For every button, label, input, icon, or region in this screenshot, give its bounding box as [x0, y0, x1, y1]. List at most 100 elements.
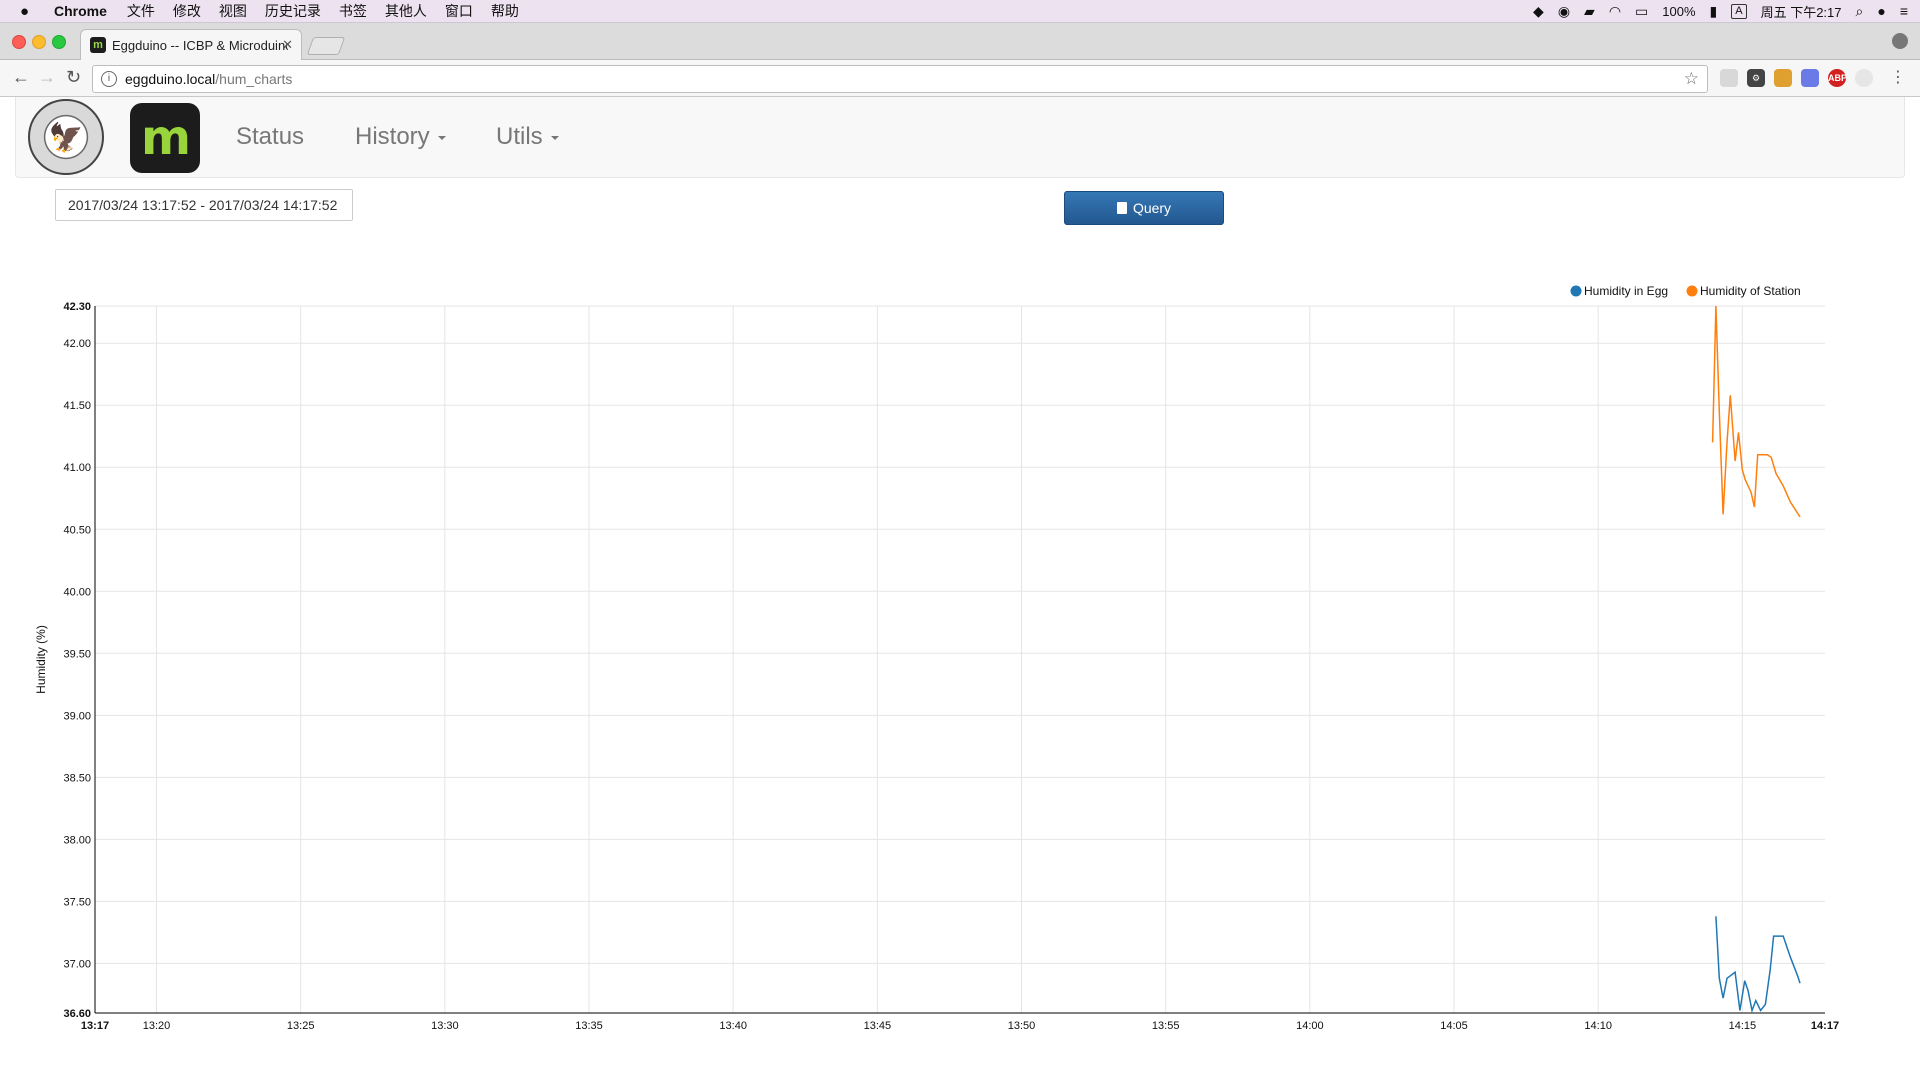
menu-people[interactable]: 其他人 [385, 1, 427, 21]
icbp-seal-logo[interactable]: 🦅 [28, 99, 104, 175]
docker-icon[interactable]: ▰ [1584, 3, 1595, 20]
os-menubar: ● Chrome 文件 修改 视图 历史记录 书签 其他人 窗口 帮助 ◆ ◉ … [0, 0, 1920, 23]
menu-file[interactable]: 文件 [127, 1, 155, 21]
adblock-plus-icon[interactable]: ABP [1828, 69, 1847, 87]
x-tick-label: 14:05 [1440, 1020, 1468, 1032]
nav-history-label: History [355, 123, 430, 150]
x-tick-label: 13:35 [575, 1020, 603, 1032]
apple-menu-icon[interactable]: ● [20, 3, 40, 20]
x-tick-label: 13:17 [81, 1020, 109, 1032]
notification-center-icon[interactable]: ≡ [1900, 3, 1908, 19]
microduino-favicon-icon: m [90, 37, 106, 53]
wechat-icon[interactable]: ◉ [1558, 3, 1570, 20]
x-tick-label: 14:17 [1811, 1020, 1839, 1032]
cookie-extension-icon[interactable] [1774, 69, 1792, 87]
menubar-clock[interactable]: 周五 下午2:17 [1761, 2, 1842, 21]
menu-history[interactable]: 历史记录 [265, 1, 321, 21]
input-method-indicator[interactable]: A [1731, 3, 1747, 19]
nav-utils-label: Utils [496, 123, 543, 150]
browser-tabstrip: m Eggduino -- ICBP & Microduino ✕ [0, 23, 1920, 60]
tab-title: Eggduino -- ICBP & Microduino [112, 37, 288, 53]
query-icon [1116, 202, 1127, 214]
legend-marker-1 [1686, 285, 1698, 297]
battery-percent: 100% [1662, 3, 1696, 19]
y-tick-label: 38.50 [63, 772, 91, 784]
legend-label-1: Humidity of Station [1700, 284, 1801, 298]
y-tick-label: 39.50 [63, 648, 91, 660]
gear-extension-icon[interactable]: ⚙ [1747, 69, 1765, 87]
x-tick-label: 14:15 [1729, 1020, 1757, 1032]
status-area: ◆ ◉ ▰ ◠ ▭ 100% ▮ A 周五 下午2:17 ⌕ ● ≡ [1533, 0, 1908, 22]
window-zoom-button[interactable] [52, 35, 66, 49]
y-tick-label: 37.50 [63, 896, 91, 908]
spotlight-icon[interactable]: ⌕ [1856, 3, 1864, 20]
battery-icon[interactable]: ▮ [1710, 3, 1718, 20]
query-button[interactable]: Query [1064, 191, 1224, 225]
y-tick-label: 41.00 [63, 462, 91, 474]
siri-icon[interactable]: ● [1877, 3, 1885, 19]
back-arrow-icon[interactable]: ← [12, 67, 30, 88]
window-close-button[interactable] [12, 35, 26, 49]
series-line-1 [1711, 305, 1801, 518]
address-bar[interactable]: i eggduino.local /hum_charts ☆ [92, 65, 1708, 93]
menu-bookmarks[interactable]: 书签 [339, 1, 367, 21]
bookmark-star-icon[interactable]: ☆ [1684, 69, 1699, 89]
browser-tab-active[interactable]: m Eggduino -- ICBP & Microduino ✕ [80, 29, 302, 60]
nav-utils-dropdown[interactable]: Utils [496, 123, 559, 151]
browser-toolbar: ← → ↻ i eggduino.local /hum_charts ☆ ⚙ A… [0, 60, 1920, 97]
x-tick-label: 14:00 [1296, 1020, 1324, 1032]
humidity-chart: 36.60 37.00 37.50 38.00 38.50 39.00 39.50 40.00… [0, 270, 1920, 1040]
site-info-icon[interactable]: i [101, 71, 117, 87]
legend-label-0: Humidity in Egg [1584, 284, 1668, 298]
y-tick-label: 40.50 [63, 524, 91, 536]
y-axis-label: Humidity (%) [34, 625, 48, 694]
y-tick-label: 42.30 [63, 301, 91, 313]
x-tick-label: 13:25 [287, 1020, 315, 1032]
microduino-logo[interactable]: m [130, 103, 200, 173]
x-tick-label: 14:10 [1584, 1020, 1612, 1032]
app-menu-name[interactable]: Chrome [54, 3, 107, 19]
grey-extension-icon[interactable] [1855, 69, 1873, 87]
window-minimize-button[interactable] [32, 35, 46, 49]
y-tick-label: 36.60 [63, 1008, 91, 1020]
chevron-down-icon [437, 135, 446, 140]
legend-marker-0 [1570, 285, 1582, 297]
menu-window[interactable]: 窗口 [445, 1, 473, 21]
y-tick-label: 38.00 [63, 834, 91, 846]
x-tick-label: 13:50 [1008, 1020, 1036, 1032]
menu-view[interactable]: 视图 [219, 1, 247, 21]
y-tick-label: 39.00 [63, 710, 91, 722]
profile-icon[interactable] [1892, 33, 1908, 49]
x-tick-label: 13:55 [1152, 1020, 1180, 1032]
nav-status-label: Status [236, 123, 305, 150]
airplay-icon[interactable]: ▭ [1635, 3, 1648, 20]
date-range-input[interactable]: 2017/03/24 13:17:52 - 2017/03/24 14:17:5… [55, 189, 353, 221]
blue-extension-icon[interactable] [1801, 69, 1819, 87]
url-path: /hum_charts [215, 71, 293, 87]
y-tick-label: 40.00 [63, 586, 91, 598]
x-tick-label: 13:40 [719, 1020, 747, 1032]
url-host: eggduino.local [125, 71, 216, 87]
x-tick-label: 13:20 [143, 1020, 171, 1032]
qq-icon[interactable]: ◆ [1533, 3, 1544, 20]
wifi-icon[interactable]: ◠ [1609, 3, 1621, 20]
browser-menu-icon[interactable]: ⋮ [1890, 67, 1906, 87]
extension-grid-icon[interactable] [1720, 69, 1738, 87]
extension-icons: ⚙ ABP [1720, 69, 1873, 87]
menu-edit[interactable]: 修改 [173, 1, 201, 21]
tab-close-icon[interactable]: ✕ [282, 37, 293, 53]
reload-icon[interactable]: ↻ [66, 67, 81, 88]
app-navbar: 🦅 m Status History Utils [15, 97, 1905, 178]
y-tick-label: 42.00 [63, 338, 91, 350]
nav-history-dropdown[interactable]: History [355, 123, 446, 151]
humidity-chart-svg: 36.60 37.00 37.50 38.00 38.50 39.00 39.50 40.00… [34, 284, 1839, 1032]
nav-status[interactable]: Status [236, 123, 304, 151]
chevron-down-icon [550, 135, 559, 140]
menu-help[interactable]: 帮助 [491, 1, 519, 21]
forward-arrow-icon[interactable]: → [38, 67, 56, 88]
y-tick-label: 37.00 [63, 958, 91, 970]
x-tick-label: 13:30 [431, 1020, 459, 1032]
new-tab-button[interactable] [306, 37, 346, 55]
query-button-label: Query [1132, 200, 1172, 216]
x-tick-label: 13:45 [864, 1020, 892, 1032]
